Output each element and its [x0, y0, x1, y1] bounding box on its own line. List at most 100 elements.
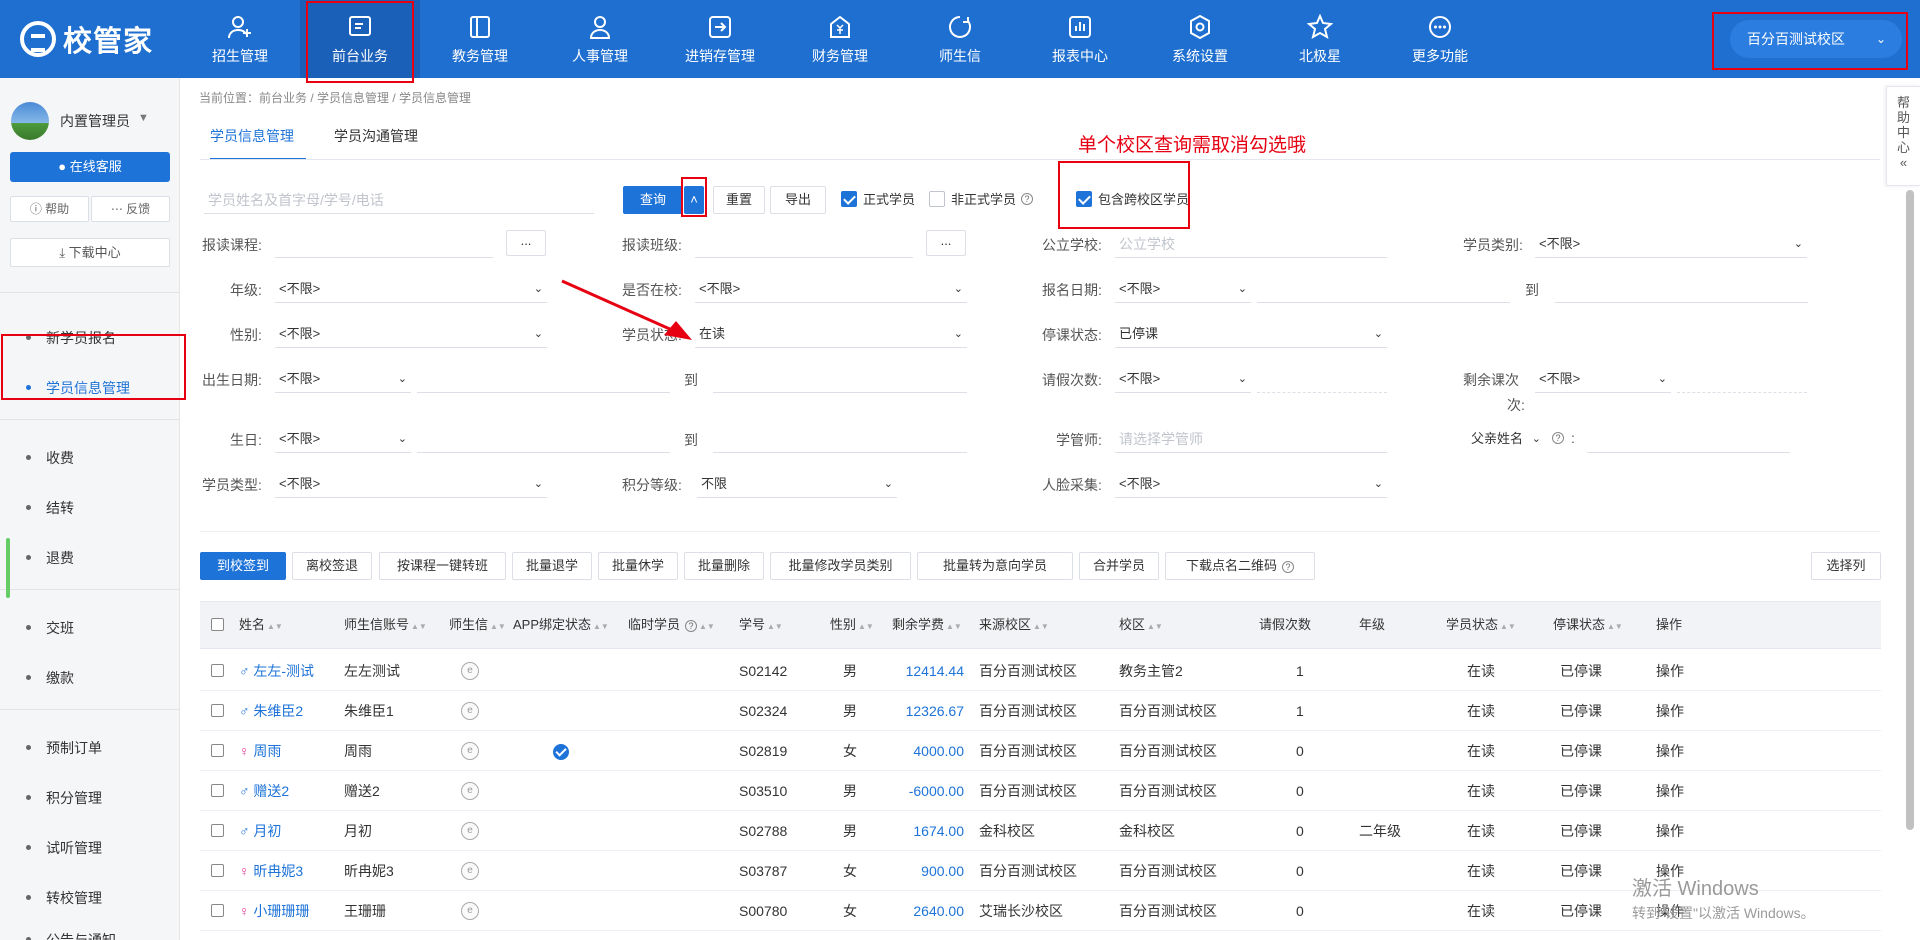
- row-checkbox[interactable]: [211, 664, 224, 677]
- course-input[interactable]: [275, 230, 493, 258]
- column-header-account[interactable]: 师生信账号 ▲▼: [344, 602, 427, 648]
- question-icon[interactable]: ?: [1552, 432, 1564, 444]
- sidebar-item-payment[interactable]: 缴款: [0, 656, 180, 700]
- app-logo[interactable]: 校管家: [20, 18, 153, 60]
- user-name[interactable]: 内置管理员: [60, 111, 130, 131]
- nav-item-messages[interactable]: 师生信: [900, 0, 1020, 78]
- student-type-select[interactable]: <不限> ⌄: [275, 470, 547, 498]
- select-columns-button[interactable]: 选择列: [1811, 552, 1881, 580]
- points-level-select[interactable]: 不限 ⌄: [697, 470, 897, 498]
- remaining-fee-link[interactable]: 1674.00: [892, 811, 964, 851]
- relation-input[interactable]: [1587, 425, 1790, 453]
- face-capture-select[interactable]: <不限> ⌄: [1115, 470, 1387, 498]
- table-row[interactable]: ♂ 赠送2 赠送2 e S03510 男 -6000.00 百分百测试校区 百分…: [200, 771, 1881, 811]
- nav-item-academic[interactable]: 教务管理: [420, 0, 540, 78]
- tab-student-communication[interactable]: 学员沟通管理: [334, 118, 430, 160]
- student-name-link[interactable]: ♂ 月初: [239, 811, 281, 851]
- sidebar-item-shift-handover[interactable]: 交班: [0, 606, 180, 650]
- class-input[interactable]: [695, 230, 913, 258]
- tab-student-info[interactable]: 学员信息管理: [210, 118, 306, 160]
- operation-link[interactable]: 操作: [1656, 771, 1684, 811]
- campus-selector[interactable]: 百分百测试校区 ⌄: [1730, 20, 1902, 58]
- row-checkbox[interactable]: [211, 784, 224, 797]
- column-header-student-id[interactable]: 学号 ▲▼: [739, 602, 783, 648]
- formal-student-checkbox[interactable]: 正式学员: [841, 189, 915, 208]
- avatar[interactable]: [11, 102, 49, 140]
- column-header-name[interactable]: 姓名 ▲▼: [239, 602, 283, 648]
- remaining-fee-link[interactable]: -6000.00: [892, 771, 964, 811]
- row-checkbox[interactable]: [211, 704, 224, 717]
- course-picker-button[interactable]: ...: [506, 230, 546, 256]
- birthday-from-input[interactable]: [417, 425, 670, 453]
- table-row[interactable]: ♀ 小珊珊珊 王珊珊 e S00780 女 2640.00 艾瑞长沙校区 百分百…: [200, 891, 1881, 931]
- remaining-lessons-select[interactable]: <不限> ⌄: [1535, 365, 1671, 393]
- caret-down-icon[interactable]: ▼: [138, 112, 149, 124]
- sidebar-item-student-info[interactable]: 学员信息管理: [0, 366, 180, 410]
- relation-select[interactable]: 父亲姓名 ⌄: [1467, 425, 1545, 453]
- remaining-fee-link[interactable]: 12414.44: [892, 651, 964, 691]
- row-checkbox[interactable]: [211, 904, 224, 917]
- nav-item-front-desk[interactable]: 前台业务: [300, 0, 420, 78]
- batch-withdraw-button[interactable]: 批量退学: [512, 552, 592, 580]
- batch-suspend-button[interactable]: 批量休学: [598, 552, 678, 580]
- column-header-campus[interactable]: 校区 ▲▼: [1119, 602, 1163, 648]
- student-name-link[interactable]: ♀ 小珊珊珊: [239, 891, 309, 931]
- query-button[interactable]: 查询: [623, 186, 683, 214]
- column-header-gender[interactable]: 性别 ▲▼: [830, 602, 874, 648]
- sidebar-item-preorder[interactable]: 预制订单: [0, 726, 180, 770]
- table-row[interactable]: ♀ 周雨 周雨 e S02819 女 4000.00 百分百测试校区 百分百测试…: [200, 731, 1881, 771]
- page-scrollbar[interactable]: [1906, 190, 1914, 830]
- leave-count-select[interactable]: <不限> ⌄: [1115, 365, 1251, 393]
- table-row[interactable]: ♀ 昕冉妮3 昕冉妮3 e S03787 女 900.00 百分百测试校区 百分…: [200, 851, 1881, 891]
- grade-select[interactable]: <不限> ⌄: [275, 275, 547, 303]
- signup-date-select[interactable]: <不限> ⌄: [1115, 275, 1251, 303]
- remaining-fee-link[interactable]: 4000.00: [892, 731, 964, 771]
- check-in-button[interactable]: 到校签到: [200, 552, 286, 580]
- row-checkbox[interactable]: [211, 864, 224, 877]
- column-header-messenger[interactable]: 师生信 ▲▼: [449, 602, 506, 648]
- search-input[interactable]: [204, 186, 594, 214]
- download-center-button[interactable]: ⤓ 下载中心: [10, 238, 170, 267]
- merge-students-button[interactable]: 合并学员: [1079, 552, 1159, 580]
- birthday-to-input[interactable]: [713, 425, 967, 453]
- nav-item-finance[interactable]: 财务管理: [780, 0, 900, 78]
- operation-link[interactable]: 操作: [1656, 691, 1684, 731]
- batch-edit-category-button[interactable]: 批量修改学员类别: [770, 552, 911, 580]
- class-picker-button[interactable]: ...: [926, 230, 966, 256]
- student-name-link[interactable]: ♀ 周雨: [239, 731, 281, 771]
- sidebar-item-notice[interactable]: 公告与通知: [0, 918, 180, 940]
- column-header-stop-status[interactable]: 停课状态 ▲▼: [1553, 602, 1623, 648]
- nav-item-reports[interactable]: 报表中心: [1020, 0, 1140, 78]
- column-header-app-binding[interactable]: APP绑定状态 ▲▼: [513, 602, 609, 648]
- status-select[interactable]: 在读 ⌄: [695, 320, 967, 348]
- cross-campus-checkbox[interactable]: 包含跨校区学员: [1076, 189, 1189, 208]
- sidebar-item-new-student[interactable]: 新学员报名: [0, 316, 180, 360]
- birthday-select[interactable]: <不限> ⌄: [275, 425, 411, 453]
- student-name-link[interactable]: ♀ 昕冉妮3: [239, 851, 303, 891]
- nav-item-enrollment[interactable]: 招生管理: [180, 0, 300, 78]
- row-checkbox[interactable]: [211, 824, 224, 837]
- operation-link[interactable]: 操作: [1656, 651, 1684, 691]
- sidebar-item-points[interactable]: 积分管理: [0, 776, 180, 820]
- download-qrcode-button[interactable]: 下载点名二维码?: [1165, 552, 1315, 580]
- remaining-fee-link[interactable]: 900.00: [892, 851, 964, 891]
- manager-input[interactable]: [1115, 425, 1387, 453]
- leave-count-input[interactable]: [1257, 365, 1387, 393]
- in-school-select[interactable]: <不限> ⌄: [695, 275, 967, 303]
- help-center-tab[interactable]: 帮助中心 «: [1886, 86, 1920, 186]
- sidebar-item-refund[interactable]: 退费: [0, 536, 180, 580]
- export-button[interactable]: 导出: [770, 186, 826, 214]
- remaining-fee-link[interactable]: 2640.00: [892, 891, 964, 931]
- birthdate-from-input[interactable]: [417, 365, 670, 393]
- student-name-link[interactable]: ♂ 左左-测试: [239, 651, 314, 691]
- online-service-button[interactable]: ● 在线客服: [10, 152, 170, 182]
- feedback-button[interactable]: ⋯ 反馈: [91, 196, 170, 222]
- batch-to-prospect-button[interactable]: 批量转为意向学员: [917, 552, 1073, 580]
- one-click-transfer-button[interactable]: 按课程一键转班: [379, 552, 506, 580]
- sidebar-item-transfer[interactable]: 转校管理: [0, 876, 180, 920]
- column-header-status[interactable]: 学员状态 ▲▼: [1446, 602, 1516, 648]
- birthdate-select[interactable]: <不限> ⌄: [275, 365, 411, 393]
- category-select[interactable]: <不限> ⌄: [1535, 230, 1807, 258]
- remaining-lessons-input[interactable]: [1677, 365, 1807, 393]
- batch-delete-button[interactable]: 批量删除: [684, 552, 764, 580]
